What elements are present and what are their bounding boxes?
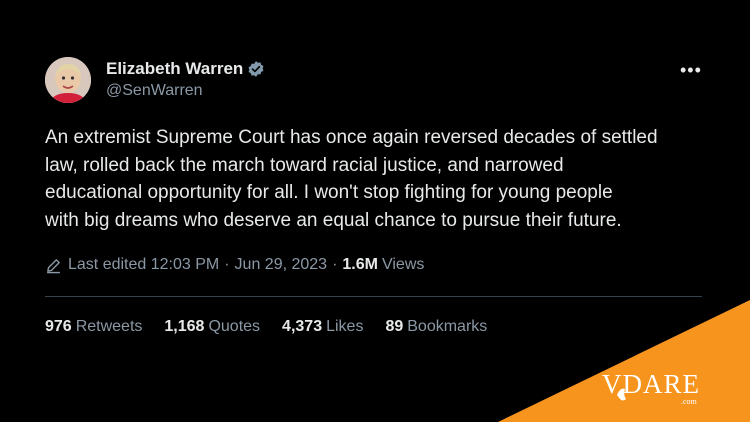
vdare-logo: VDARE xyxy=(602,369,700,399)
watermark-corner-banner xyxy=(498,300,750,422)
vdare-domain: .com xyxy=(681,397,697,406)
